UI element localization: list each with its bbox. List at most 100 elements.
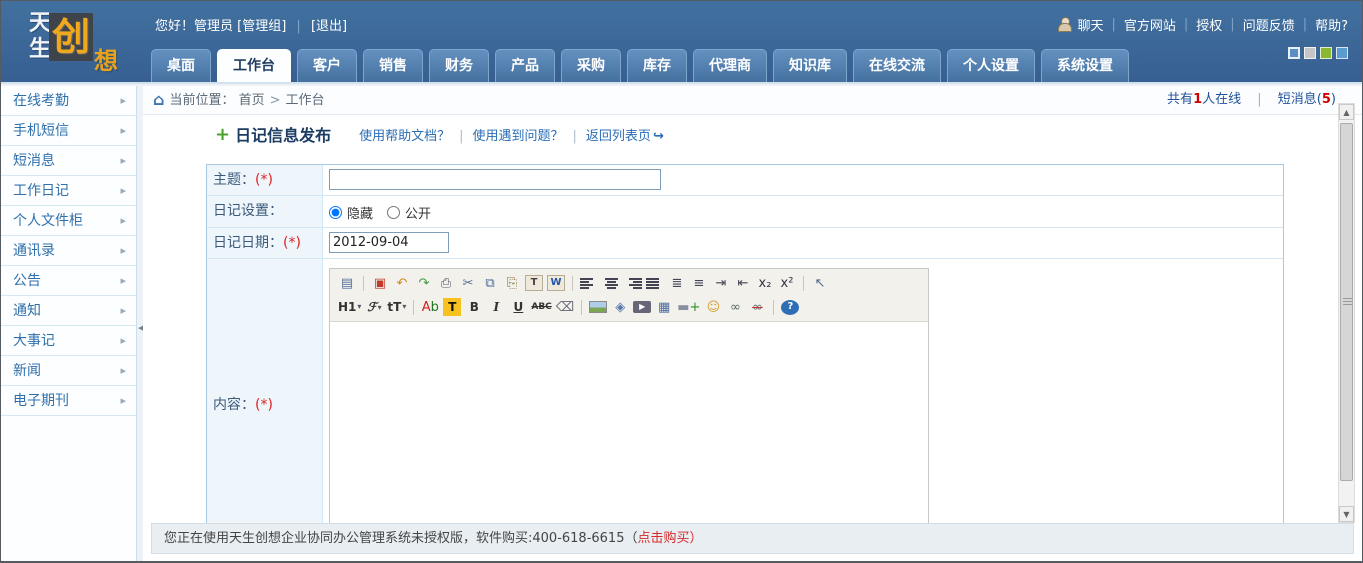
breadcrumb-crumb[interactable]: 首页 (239, 93, 265, 108)
back-to-list-link[interactable]: 返回列表页 ↪ (586, 129, 664, 144)
eraser-icon[interactable]: ⌫ (556, 298, 574, 316)
radio-public-input[interactable] (387, 206, 401, 219)
insert-video-icon[interactable]: ▶ (633, 301, 652, 313)
smiley-icon[interactable]: ☺ (704, 298, 722, 316)
fullscreen-icon[interactable]: ▣ (371, 274, 389, 292)
redo-icon[interactable]: ↷ (415, 274, 433, 292)
online-count: 1 (1193, 92, 1203, 107)
radio-hidden-input[interactable] (329, 206, 342, 219)
app-window: 天生创想 您好！管理员 [管理组] | [退出] 聊天 | 官方网站 | 授权 | 问题反馈… (0, 0, 1363, 563)
theme-lightblue[interactable] (1336, 47, 1348, 59)
indent-icon[interactable]: ⇥ (712, 274, 730, 292)
heading-icon[interactable]: H1 ▾ (338, 298, 361, 316)
paste-text-icon[interactable]: T (525, 275, 543, 291)
sidebar-item-milestones[interactable]: 大事记 ▸ (1, 326, 136, 356)
align-left-icon[interactable] (580, 277, 598, 289)
tab-products[interactable]: 产品 (495, 49, 555, 82)
insert-image-icon[interactable] (589, 301, 608, 313)
tab-online-chat[interactable]: 在线交流 (853, 49, 941, 82)
copy-icon[interactable]: ⧉ (481, 274, 499, 292)
sidebar-item-online-attendance[interactable]: 在线考勤 ▸ (1, 86, 136, 116)
caret-down-icon: ▾ (402, 302, 407, 311)
subscript-icon[interactable]: x₂ (756, 274, 774, 292)
unordered-list-icon[interactable]: ≡ (690, 274, 708, 292)
tab-inventory[interactable]: 库存 (627, 49, 687, 82)
sidebar-item-announcements[interactable]: 公告 ▸ (1, 266, 136, 296)
unlink-icon[interactable]: ∞ (748, 298, 766, 316)
breadcrumb-crumb[interactable]: 工作台 (286, 93, 325, 108)
editor-help-icon[interactable]: ? (781, 299, 800, 315)
theme-green[interactable] (1320, 47, 1332, 59)
user-greeting: 您好！管理员 [管理组] | [退出] (155, 19, 348, 34)
theme-gray[interactable] (1304, 47, 1316, 59)
sidebar-item-label: 通知 (13, 302, 41, 319)
license-link[interactable]: 授权 (1196, 15, 1222, 34)
official-site-link[interactable]: 官方网站 (1124, 15, 1176, 34)
ordered-list-icon[interactable]: ≣ (668, 274, 686, 292)
tab-sales[interactable]: 销售 (363, 49, 423, 82)
sidebar-item-notices[interactable]: 通知 ▸ (1, 296, 136, 326)
sidebar-item-news[interactable]: 新闻 ▸ (1, 356, 136, 386)
breadcrumb: ⌂ 当前位置： 首页 > 工作台 (153, 86, 325, 115)
outdent-icon[interactable]: ⇤ (734, 274, 752, 292)
tab-purchasing[interactable]: 采购 (561, 49, 621, 82)
align-center-icon[interactable] (602, 277, 620, 289)
sidebar-item-contacts[interactable]: 通讯录 ▸ (1, 236, 136, 266)
theme-blue-selected[interactable] (1288, 47, 1300, 59)
superscript-icon[interactable]: x² (778, 274, 796, 292)
tab-system-settings[interactable]: 系统设置 (1041, 49, 1129, 82)
scroll-up-button[interactable]: ▲ (1339, 104, 1354, 120)
tab-finance[interactable]: 财务 (429, 49, 489, 82)
highlight-color-icon[interactable]: T (443, 298, 462, 316)
horizontal-rule-icon[interactable]: ▬ + (677, 298, 700, 316)
radio-hidden[interactable]: 隐藏 (329, 203, 373, 222)
subject-input[interactable] (329, 169, 661, 190)
source-icon[interactable]: ▤ (338, 274, 356, 292)
radio-public[interactable]: 公开 (387, 203, 431, 222)
tab-knowledge-base[interactable]: 知识库 (773, 49, 847, 82)
tab-personal-settings[interactable]: 个人设置 (947, 49, 1035, 82)
insert-table-icon[interactable]: ▦ (655, 298, 673, 316)
paste-icon[interactable]: ⎘ (503, 274, 521, 292)
font-size-icon[interactable]: tT ▾ (387, 298, 406, 316)
scroll-thumb[interactable] (1340, 123, 1353, 481)
date-input[interactable] (329, 232, 449, 253)
strikethrough-icon[interactable]: ABC (531, 298, 551, 316)
justify-icon[interactable] (646, 277, 664, 289)
chat-link[interactable]: 聊天 (1077, 15, 1103, 34)
logout-link[interactable]: [退出] (311, 19, 347, 34)
editor-content-area[interactable] (330, 322, 928, 523)
buy-link[interactable]: 点击购买 (637, 531, 689, 546)
messages-link[interactable]: 短消息(5) (1278, 92, 1336, 107)
tab-desktop[interactable]: 桌面 (151, 49, 211, 82)
help-doc-link[interactable]: 使用帮助文档？ (359, 129, 450, 144)
paste-word-icon[interactable]: W (547, 275, 565, 291)
cut-icon[interactable]: ✂ (459, 274, 477, 292)
tab-customers[interactable]: 客户 (297, 49, 357, 82)
undo-icon[interactable]: ↶ (393, 274, 411, 292)
sidebar-item-work-diary[interactable]: 工作日记 ▸ (1, 176, 136, 206)
link-icon[interactable]: ∞ (726, 298, 744, 316)
align-right-icon[interactable] (624, 277, 642, 289)
font-family-icon[interactable]: ℱ ▾ (365, 298, 383, 316)
tab-workbench[interactable]: 工作台 (217, 49, 291, 82)
underline-icon[interactable]: U (509, 298, 527, 316)
home-icon[interactable]: ⌂ (153, 90, 164, 109)
toolbar-separator (572, 275, 573, 291)
feedback-link[interactable]: 问题反馈 (1243, 15, 1295, 34)
sidebar-item-e-journal[interactable]: 电子期刊 ▸ (1, 386, 136, 416)
person-icon (1056, 17, 1073, 32)
tab-agents[interactable]: 代理商 (693, 49, 767, 82)
print-icon[interactable]: ⎙ (437, 274, 455, 292)
italic-icon[interactable]: I (487, 298, 505, 316)
select-cursor-icon[interactable]: ↖ (811, 274, 829, 292)
sidebar-item-personal-files[interactable]: 个人文件柜 ▸ (1, 206, 136, 236)
bold-icon[interactable]: B (465, 298, 483, 316)
help-link[interactable]: 帮助? (1315, 15, 1348, 34)
sidebar-item-mobile-sms[interactable]: 手机短信 ▸ (1, 116, 136, 146)
text-color-icon[interactable]: Ab (421, 298, 439, 316)
scroll-down-button[interactable]: ▼ (1339, 506, 1354, 522)
insert-media-icon[interactable]: ◈ (611, 298, 629, 316)
sidebar-item-short-message[interactable]: 短消息 ▸ (1, 146, 136, 176)
problem-help-link[interactable]: 使用遇到问题？ (473, 129, 564, 144)
